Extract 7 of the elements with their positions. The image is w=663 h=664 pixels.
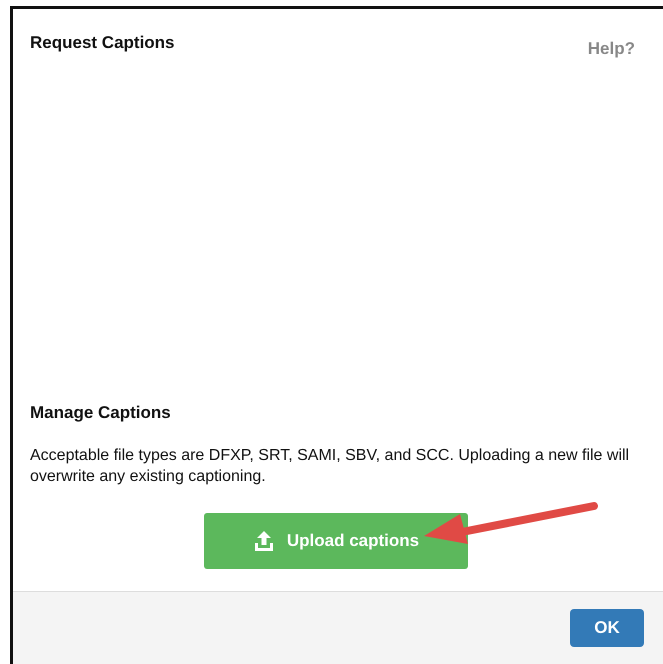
upload-captions-button[interactable]: Upload captions xyxy=(204,513,468,569)
dialog-title: Request Captions xyxy=(30,33,175,53)
help-link[interactable]: Help? xyxy=(588,39,635,59)
description-text: Acceptable file types are DFXP, SRT, SAMI, SBV, and SCC. Uploading a new file will overwrite any existing captioning. xyxy=(30,446,630,487)
section-heading: Manage Captions xyxy=(30,403,172,423)
upload-icon xyxy=(252,530,275,552)
ok-button[interactable]: OK xyxy=(570,609,644,647)
